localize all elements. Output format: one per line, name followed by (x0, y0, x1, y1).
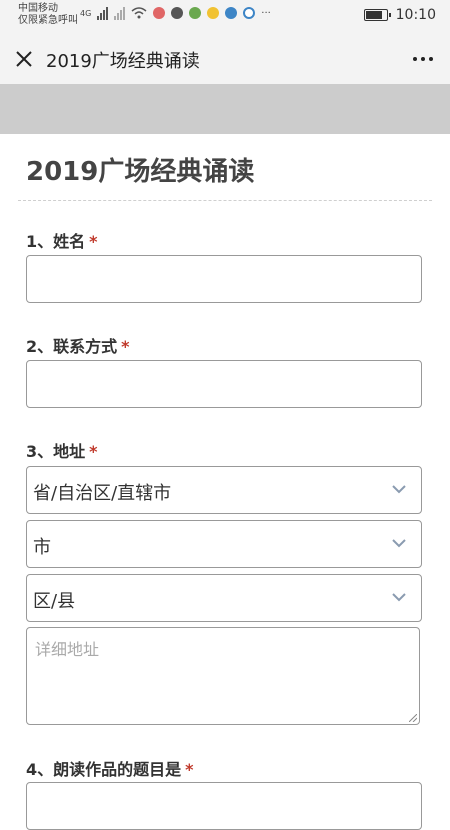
province-select-value: 省/自治区/直辖市 (33, 483, 172, 504)
question-text: 1、姓名 (26, 232, 86, 251)
contact-input[interactable] (26, 360, 422, 408)
app-icon (243, 7, 256, 19)
address-detail-textarea[interactable]: 详细地址 (26, 627, 420, 725)
nav-bar: 2019广场经典诵读 (0, 34, 450, 84)
status-icons: 4G ··· (80, 6, 271, 20)
signal-icon (97, 6, 109, 20)
chevron-down-icon (392, 593, 406, 602)
app-icon (207, 7, 220, 19)
nav-title: 2019广场经典诵读 (46, 51, 200, 72)
question-text: 4、朗读作品的题目是 (26, 760, 182, 779)
province-select[interactable]: 省/自治区/直辖市 (26, 466, 422, 514)
status-bar: 中国移动 仅限紧急呼叫 4G ··· 10:10 (0, 0, 450, 34)
resize-handle-icon[interactable] (409, 714, 417, 722)
required-mark: * (185, 760, 194, 779)
city-select-value: 市 (33, 537, 51, 558)
carrier-info: 中国移动 仅限紧急呼叫 (18, 3, 78, 27)
district-select-value: 区/县 (33, 591, 76, 612)
close-icon[interactable] (12, 47, 36, 71)
question-label-name: 1、姓名 * (26, 228, 98, 252)
chevron-down-icon (392, 539, 406, 548)
emergency-only-text: 仅限紧急呼叫 (18, 15, 78, 26)
network-type: 4G (80, 8, 92, 18)
app-notification-icon (153, 7, 166, 19)
divider (18, 200, 432, 201)
form-title: 2019广场经典诵读 (26, 157, 255, 187)
city-select[interactable]: 市 (26, 520, 422, 568)
clock: 10:10 (395, 7, 436, 23)
header-banner (0, 84, 450, 134)
question-text: 3、地址 (26, 442, 86, 461)
chevron-down-icon (392, 485, 406, 494)
question-label-title: 4、朗读作品的题目是 * (26, 756, 194, 780)
carrier-name: 中国移动 (18, 3, 58, 14)
wifi-icon (131, 7, 147, 19)
address-detail-placeholder: 详细地址 (35, 640, 100, 659)
signal-2-icon (114, 6, 126, 20)
more-icon[interactable] (410, 47, 436, 71)
question-label-contact: 2、联系方式 * (26, 333, 130, 357)
message-icon (171, 7, 184, 19)
required-mark: * (89, 232, 98, 251)
name-input[interactable] (26, 255, 422, 303)
required-mark: * (121, 337, 130, 356)
question-text: 2、联系方式 (26, 337, 118, 356)
required-mark: * (89, 442, 98, 461)
overflow-icon: ··· (261, 7, 271, 19)
battery-icon (363, 9, 391, 21)
app-icon (189, 7, 202, 19)
question-label-address: 3、地址 * (26, 438, 98, 462)
send-icon (225, 7, 238, 19)
district-select[interactable]: 区/县 (26, 574, 422, 622)
reading-title-input[interactable] (26, 782, 422, 830)
status-right: 10:10 (363, 7, 436, 23)
